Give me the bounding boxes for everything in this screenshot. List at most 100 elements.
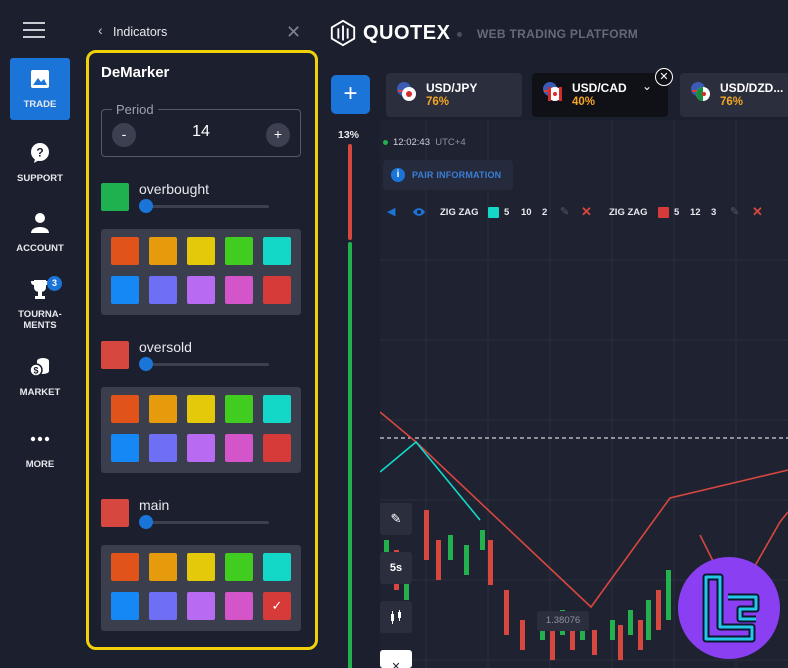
close-icon[interactable]: ✕	[286, 22, 301, 43]
color-option-blue[interactable]	[111, 276, 139, 304]
tools-icon: ✕	[391, 661, 401, 668]
nav-item-market[interactable]: $ MARKET	[10, 356, 70, 418]
close-asset-tab-icon[interactable]: ✕	[655, 68, 673, 86]
nav-item-label: ACCOUNT	[16, 243, 64, 254]
oversold-color-swatch[interactable]	[101, 341, 129, 369]
color-option-purple[interactable]	[187, 592, 215, 620]
color-option-yellow[interactable]	[187, 395, 215, 423]
asset-payout: 76%	[720, 96, 744, 108]
nav-item-tournaments[interactable]: 3 TOURNA- MENTS	[10, 276, 70, 340]
color-option-green[interactable]	[225, 395, 253, 423]
line-setting-oversold: oversold	[101, 339, 301, 375]
color-option-cyan[interactable]	[263, 395, 291, 423]
asset-tab-usd-cad[interactable]: USD/CAD 40% ⌄	[532, 73, 668, 117]
asset-tab-usd-jpy[interactable]: USD/JPY 76%	[386, 73, 522, 117]
color-option-magenta[interactable]	[225, 276, 253, 304]
color-option-orange[interactable]	[111, 553, 139, 581]
live-dot-icon	[383, 139, 388, 145]
main-width-slider[interactable]	[145, 521, 269, 524]
color-option-orange[interactable]	[111, 237, 139, 265]
color-option-amber[interactable]	[149, 553, 177, 581]
color-option-purple[interactable]	[187, 276, 215, 304]
brand-name: QUOTEX	[363, 22, 451, 44]
nav-item-support[interactable]: ? SUPPORT	[10, 142, 70, 204]
pencil-icon: ✎	[390, 511, 402, 526]
user-icon	[31, 213, 49, 233]
color-option-orange[interactable]	[111, 395, 139, 423]
remove-indicator-icon[interactable]: ✕	[581, 204, 592, 220]
nav-item-trade[interactable]: TRADE	[10, 58, 70, 120]
color-option-red-selected[interactable]: ✓	[263, 592, 291, 620]
hamburger-menu-icon[interactable]	[23, 22, 45, 38]
remove-indicator-icon[interactable]: ✕	[752, 204, 763, 220]
timeframe-button[interactable]: 5s	[380, 552, 412, 584]
indicator-settings-panel: DeMarker Period - 14 + overbought overso…	[86, 50, 318, 650]
overbought-color-swatch[interactable]	[101, 183, 129, 211]
us-jp-flag-icon	[397, 82, 416, 101]
oversold-slider-handle[interactable]	[139, 357, 153, 371]
nav-item-account[interactable]: ACCOUNT	[10, 212, 70, 274]
eye-icon[interactable]	[412, 207, 426, 217]
main-color-swatch[interactable]	[101, 499, 129, 527]
color-option-amber[interactable]	[149, 237, 177, 265]
color-option-purple[interactable]	[187, 434, 215, 462]
color-option-indigo[interactable]	[149, 592, 177, 620]
dots-icon	[30, 436, 50, 442]
color-option-yellow[interactable]	[187, 553, 215, 581]
checkmark-icon: ✓	[271, 598, 283, 613]
us-dz-flag-icon	[691, 82, 710, 101]
asset-name: USD/DZD...	[720, 81, 784, 95]
collapse-arrow-icon[interactable]: ◀	[387, 205, 395, 218]
main-color-palette: ✓	[101, 545, 301, 631]
indicator-tool-button[interactable]: ✕	[380, 650, 412, 668]
add-asset-button[interactable]: +	[331, 75, 370, 114]
asset-payout: 76%	[426, 96, 450, 108]
color-option-cyan[interactable]	[263, 237, 291, 265]
color-option-amber[interactable]	[149, 395, 177, 423]
color-option-magenta[interactable]	[225, 434, 253, 462]
color-option-yellow[interactable]	[187, 237, 215, 265]
edit-pencil-icon[interactable]: ✎	[730, 205, 739, 218]
color-option-green[interactable]	[225, 553, 253, 581]
main-slider-handle[interactable]	[139, 515, 153, 529]
brand-subtitle: WEB TRADING PLATFORM	[477, 27, 639, 41]
asset-name: USD/JPY	[426, 81, 478, 95]
color-option-indigo[interactable]	[149, 276, 177, 304]
color-option-indigo[interactable]	[149, 434, 177, 462]
period-plus-button[interactable]: +	[266, 123, 290, 147]
color-option-blue[interactable]	[111, 434, 139, 462]
draw-tool-button[interactable]: ✎	[380, 503, 412, 535]
color-option-cyan[interactable]	[263, 553, 291, 581]
indicators-title[interactable]: Indicators	[113, 25, 167, 39]
timezone: UTC+4	[435, 137, 466, 148]
server-time: 12:02:43 UTC+4	[383, 137, 466, 148]
edit-pencil-icon[interactable]: ✎	[560, 205, 569, 218]
overbought-slider-handle[interactable]	[139, 199, 153, 213]
back-chevron-icon[interactable]: ‹	[98, 22, 103, 38]
oversold-width-slider[interactable]	[145, 363, 269, 366]
color-option-green[interactable]	[225, 237, 253, 265]
pair-information-button[interactable]: i PAIR INFORMATION	[383, 160, 513, 190]
us-ca-flag-icon	[543, 82, 562, 101]
color-option-magenta[interactable]	[225, 592, 253, 620]
overbought-width-slider[interactable]	[145, 205, 269, 208]
asset-tab-usd-dzd[interactable]: USD/DZD... 76%	[680, 73, 788, 117]
question-bubble-icon: ?	[31, 143, 49, 163]
chart-image-icon	[31, 70, 49, 88]
brand-separator	[457, 32, 462, 37]
oversold-label: oversold	[139, 339, 192, 355]
watermark-logo-icon	[702, 573, 760, 643]
color-option-red[interactable]	[263, 276, 291, 304]
left-nav: TRADE ? SUPPORT ACCOUNT 3 TOURNA- MENTS	[0, 0, 80, 668]
chart-type-button[interactable]	[380, 601, 412, 633]
chevron-down-icon[interactable]: ⌄	[642, 79, 652, 93]
sentiment-percent: 13%	[338, 129, 360, 141]
period-stepper[interactable]: Period - 14 +	[101, 102, 301, 157]
asset-name: USD/CAD	[572, 81, 627, 95]
nav-item-label: TOURNA- MENTS	[18, 309, 62, 331]
indicator-param: 5	[504, 207, 510, 218]
color-option-red[interactable]	[263, 434, 291, 462]
color-option-blue[interactable]	[111, 592, 139, 620]
nav-item-more[interactable]: MORE	[10, 428, 70, 490]
info-icon: i	[391, 168, 405, 182]
